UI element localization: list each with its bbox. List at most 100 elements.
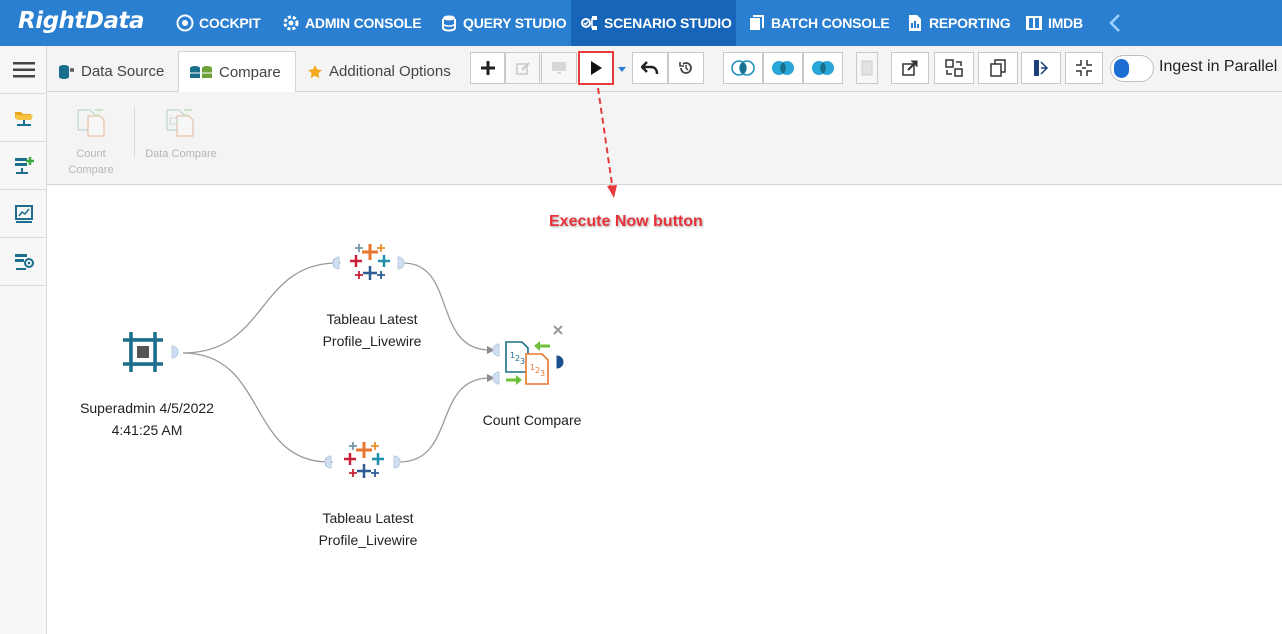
- top-source-label-line2: Profile_Livewire: [322, 333, 422, 349]
- bottom-source-label: Tableau Latest Profile_Livewire: [288, 507, 448, 551]
- venn-right-icon: [812, 61, 834, 75]
- tab-compare[interactable]: Compare: [178, 51, 296, 93]
- nav-item-reporting[interactable]: REPORTING: [906, 0, 1011, 46]
- start-node[interactable]: [121, 330, 165, 374]
- flow-connectors: [182, 185, 612, 466]
- top-source-node[interactable]: [347, 241, 393, 283]
- left-sidebar: [0, 46, 47, 634]
- join-full-button[interactable]: [763, 52, 803, 84]
- nav-label-scenario-studio: SCENARIO STUDIO: [604, 15, 732, 31]
- start-node-label-line2: 4:41:25 AM: [111, 422, 183, 438]
- sidebar-dashboard-button[interactable]: [0, 190, 47, 238]
- compare-input-port-1[interactable]: [491, 343, 500, 362]
- hamburger-menu-button[interactable]: [0, 46, 47, 94]
- join-right-button[interactable]: [803, 52, 843, 84]
- nav-label-batch-console: BATCH CONSOLE: [771, 15, 890, 31]
- swap-button[interactable]: [934, 52, 974, 84]
- compare-output-port[interactable]: [556, 355, 565, 374]
- app-logo[interactable]: RightData: [18, 8, 145, 34]
- execute-now-button[interactable]: [578, 51, 614, 85]
- ribbon-panel: Count Compare Data Compare: [47, 92, 1282, 185]
- output-port-icon: [397, 256, 405, 270]
- data-compare-ribbon-button[interactable]: [164, 106, 196, 138]
- add-button[interactable]: [470, 52, 505, 84]
- dashboard-icon: [14, 204, 33, 223]
- sidebar-settings-button[interactable]: [0, 238, 47, 286]
- scenario-canvas[interactable]: Superadmin 4/5/2022 4:41:25 AM Tableau L…: [47, 185, 1282, 634]
- start-node-icon: [123, 332, 163, 372]
- collapse-panel-button[interactable]: [856, 52, 878, 84]
- tab-additional-options[interactable]: Additional Options: [297, 51, 462, 92]
- remove-node-button[interactable]: [552, 323, 564, 335]
- report-icon: [909, 15, 921, 31]
- split-button[interactable]: [1021, 52, 1061, 84]
- start-node-label: Superadmin 4/5/2022 4:41:25 AM: [67, 397, 227, 441]
- sidebar-open-folder-button[interactable]: [0, 94, 47, 142]
- bottom-source-label-line2: Profile_Livewire: [318, 532, 418, 548]
- count-compare-ribbon-button[interactable]: [75, 106, 107, 138]
- star-icon: [308, 64, 322, 78]
- svg-text:3: 3: [540, 369, 545, 378]
- add-scenario-icon: [14, 156, 34, 174]
- close-icon: [553, 325, 563, 335]
- tab-data-source[interactable]: Data Source: [47, 51, 177, 92]
- annotation-arrow: [597, 87, 617, 198]
- expand-button[interactable]: [891, 52, 929, 84]
- execute-options-dropdown[interactable]: [616, 62, 628, 74]
- chevron-left-icon[interactable]: [1106, 13, 1126, 33]
- cockpit-icon: [176, 14, 194, 32]
- scenario-settings-icon: [14, 253, 34, 270]
- join-inner-button[interactable]: [723, 52, 763, 84]
- top-navigation-bar: RightData COCKPIT ADMIN CONSOLE QUERY ST…: [0, 0, 1282, 46]
- bottom-source-label-line1: Tableau Latest: [322, 510, 414, 526]
- sidebar-add-scenario-button[interactable]: [0, 142, 47, 190]
- tab-label-data-source: Data Source: [81, 63, 165, 80]
- output-port-icon: [171, 345, 179, 359]
- scenario-icon: [581, 16, 597, 30]
- top-source-input-port[interactable]: [331, 256, 340, 275]
- bottom-source-output-port[interactable]: [393, 455, 402, 474]
- fit-screen-button[interactable]: [1065, 52, 1103, 84]
- compare-db-icon: [190, 66, 212, 78]
- fit-screen-icon: [1076, 60, 1092, 76]
- nav-item-query-studio[interactable]: QUERY STUDIO: [440, 0, 567, 46]
- count-compare-ribbon-label: Count Compare: [68, 148, 114, 176]
- hamburger-icon: [12, 61, 35, 77]
- toggle-knob: [1114, 59, 1129, 78]
- plus-icon: [480, 61, 495, 75]
- nav-item-scenario-studio[interactable]: SCENARIO STUDIO: [571, 0, 736, 46]
- nav-item-cockpit[interactable]: COCKPIT: [176, 0, 261, 46]
- nav-item-batch-console[interactable]: BATCH CONSOLE: [748, 0, 890, 46]
- ingest-parallel-toggle[interactable]: [1110, 55, 1154, 82]
- split-icon: [1034, 60, 1049, 76]
- expand-external-icon: [902, 60, 918, 76]
- start-node-port[interactable]: [171, 345, 180, 364]
- nav-item-admin-console[interactable]: ADMIN CONSOLE: [282, 0, 422, 46]
- data-compare-icon: [166, 109, 194, 137]
- svg-text:3: 3: [520, 357, 525, 366]
- nav-label-reporting: REPORTING: [929, 15, 1011, 31]
- edit-button[interactable]: [505, 52, 540, 84]
- history-button[interactable]: [668, 52, 704, 84]
- tab-label-additional-options: Additional Options: [329, 63, 451, 80]
- top-source-label: Tableau Latest Profile_Livewire: [292, 308, 452, 352]
- copy-button[interactable]: [978, 52, 1018, 84]
- ribbon-separator: [134, 106, 135, 158]
- bottom-source-node[interactable]: [341, 439, 387, 481]
- swap-icon: [945, 59, 963, 77]
- nav-item-imdb[interactable]: IMDB: [1025, 0, 1083, 46]
- undo-button[interactable]: [632, 52, 668, 84]
- copy-icon: [990, 59, 1006, 77]
- tableau-icon: [344, 442, 384, 478]
- compare-input-port-2[interactable]: [491, 371, 500, 390]
- input-port-icon: [492, 371, 500, 385]
- top-source-output-port[interactable]: [397, 256, 406, 275]
- monitor-button[interactable]: [541, 52, 577, 84]
- edit-icon: [515, 62, 530, 75]
- bottom-source-input-port[interactable]: [323, 455, 332, 474]
- panel-collapse-icon: [861, 60, 873, 76]
- count-compare-label: Count Compare: [482, 412, 582, 428]
- venn-full-icon: [772, 61, 794, 75]
- count-compare-node[interactable]: 1 2 3 1 2 3: [504, 336, 554, 388]
- tableau-icon: [350, 244, 390, 280]
